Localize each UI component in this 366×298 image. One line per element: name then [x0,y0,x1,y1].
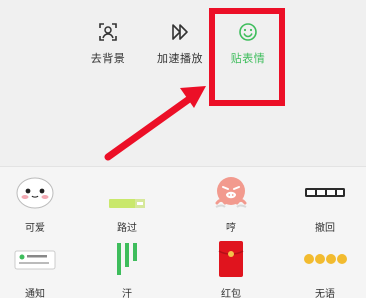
sticker-sweat-label: 汗 [122,289,132,298]
sticker-sweat[interactable]: 汗 [92,233,162,298]
cute-ghost-icon [0,175,70,211]
notice-card-icon [0,241,70,277]
remove-background-label: 去背景 [90,52,126,65]
remove-background-button[interactable]: 去背景 [72,22,144,66]
sticker-passing-by[interactable]: 路过 [92,167,162,234]
smiley-icon [239,23,257,41]
sticker-recall-label: 撤回 [315,223,335,234]
sticker-red-packet[interactable]: 红包 [196,233,266,298]
edit-toolbar: 去背景 加速播放 贴表情 [0,0,366,160]
sticker-passing-by-label: 路过 [117,223,137,234]
sticker-notice-label: 通知 [25,289,45,298]
sticker-panel: 可爱 路过 哼 撤回 通知 汗 红包 无语 [0,166,366,298]
speechless-dots-icon [290,241,360,277]
sticker-hmph[interactable]: 哼 [196,167,266,234]
passing-by-bar-icon [92,175,162,211]
recall-banner-icon [290,175,360,211]
person-frame-icon [99,23,117,41]
add-sticker-label: 贴表情 [230,52,266,65]
sticker-speechless[interactable]: 无语 [290,233,360,298]
sticker-speechless-label: 无语 [315,289,335,298]
fast-forward-icon [172,24,188,40]
red-packet-icon [196,237,266,281]
sticker-cute[interactable]: 可爱 [0,167,70,234]
sticker-recall[interactable]: 撤回 [290,167,360,234]
sticker-red-packet-label: 红包 [221,289,241,298]
sticker-hmph-label: 哼 [226,223,236,234]
sticker-cute-label: 可爱 [25,223,45,234]
angry-pig-icon [196,173,266,213]
speed-up-label: 加速播放 [157,52,203,65]
sticker-notice[interactable]: 通知 [0,233,70,298]
sweat-bars-icon [92,237,162,281]
add-sticker-button[interactable]: 贴表情 [212,22,284,66]
speed-up-button[interactable]: 加速播放 [144,22,216,66]
